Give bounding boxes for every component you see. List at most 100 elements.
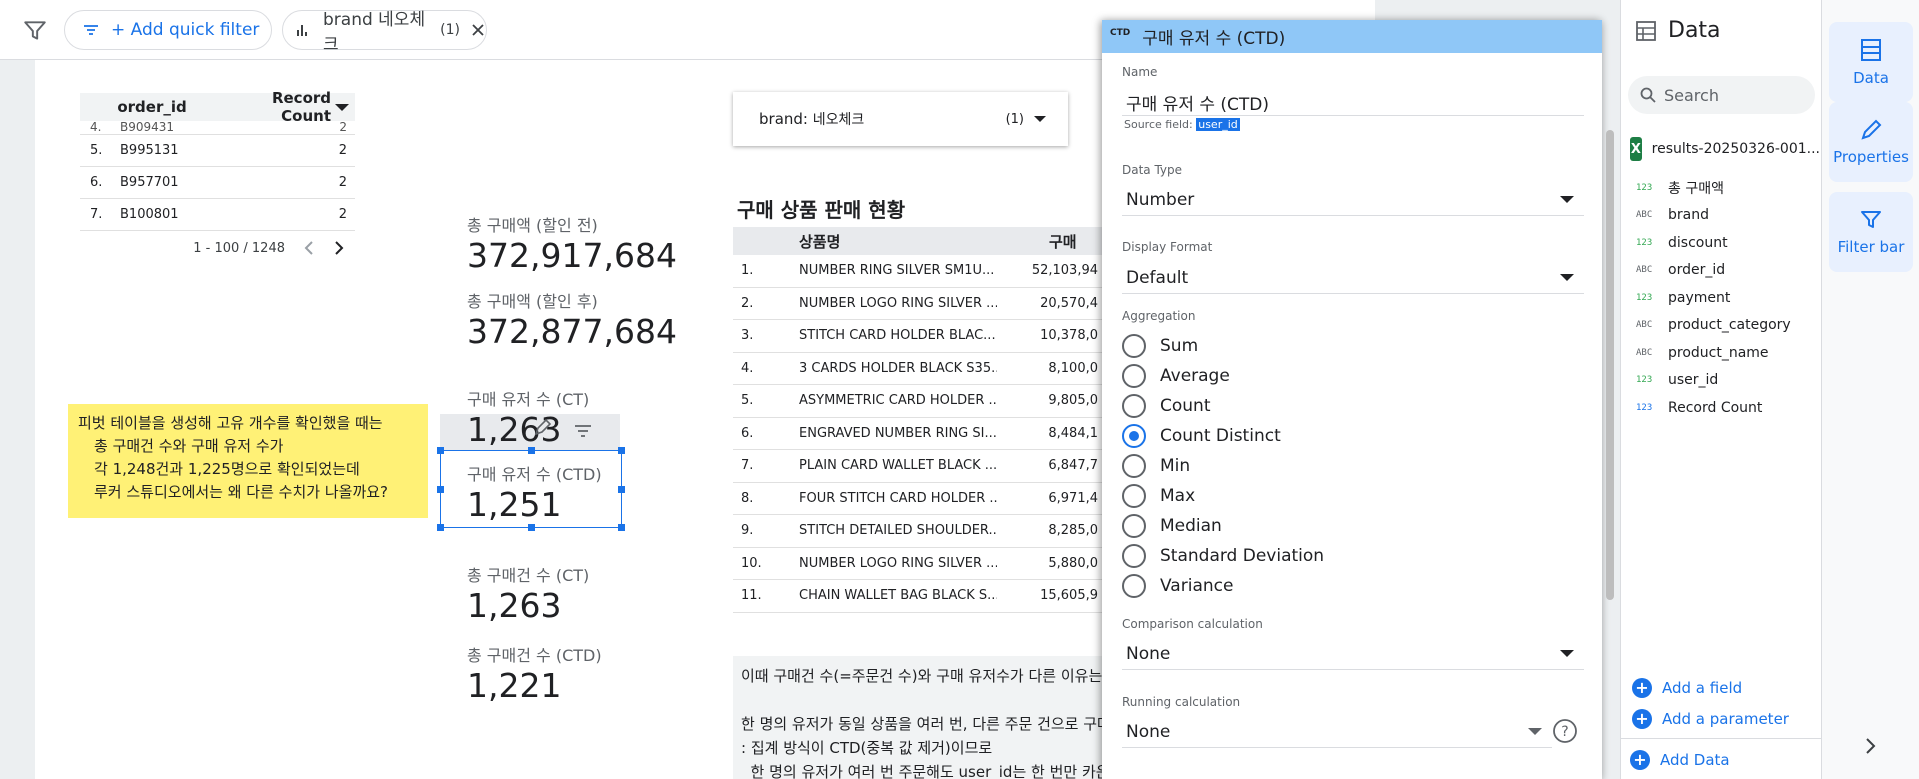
edit-icon[interactable] bbox=[532, 418, 552, 438]
field-item[interactable]: 123 discount bbox=[1636, 233, 1728, 253]
rail-properties-button[interactable]: Properties bbox=[1829, 102, 1913, 182]
dropdown-arrow-icon[interactable] bbox=[1034, 116, 1046, 122]
database-icon bbox=[1861, 39, 1881, 61]
name-input[interactable]: 구매 유저 수 (CTD) bbox=[1122, 84, 1584, 116]
scorecard-orders-ctd[interactable]: 총 구매건 수 (CTD) 1,221 bbox=[467, 642, 602, 705]
rail-filter-bar-label: Filter bar bbox=[1837, 238, 1905, 256]
aggregation-option-median[interactable]: Median bbox=[1122, 511, 1222, 541]
field-name: order_id bbox=[1668, 262, 1726, 278]
data-type-select[interactable]: Number bbox=[1122, 184, 1584, 216]
number-type-icon: 123 bbox=[1636, 403, 1653, 413]
column-header-order-id[interactable]: order_id bbox=[117, 98, 224, 116]
scorecard-total-after-discount[interactable]: 총 구매액 (할인 후) 372,877,684 bbox=[467, 288, 677, 351]
scorecard-label: 구매 유저 수 (CT) bbox=[467, 390, 590, 409]
resize-handle[interactable] bbox=[618, 524, 625, 531]
table-row[interactable]: 3. STITCH CARD HOLDER BLAC... 10,378,0 bbox=[733, 320, 1102, 353]
explanation-text-box[interactable]: 이때 구매건 수(=주문건 수)와 구매 유저수가 다른 이유는 한 명의 유저… bbox=[733, 656, 1102, 779]
scorecard-orders-ct[interactable]: 총 구매건 수 (CT) 1,263 bbox=[467, 562, 589, 625]
rail-data-label: Data bbox=[1853, 69, 1889, 87]
table-row[interactable]: 11. CHAIN WALLET BAG BLACK S... 15,605,9 bbox=[733, 580, 1102, 613]
resize-handle[interactable] bbox=[437, 447, 444, 454]
column-header-record-count[interactable]: Record Count bbox=[225, 89, 331, 125]
scorecard-total-before-discount[interactable]: 총 구매액 (할인 전) 372,917,684 bbox=[467, 212, 677, 275]
aggregation-option-count-distinct[interactable]: Count Distinct bbox=[1122, 421, 1281, 451]
field-editor-scrollbar[interactable] bbox=[1606, 130, 1614, 600]
chevron-right-icon[interactable] bbox=[1863, 737, 1877, 755]
aggregation-option-variance[interactable]: Variance bbox=[1122, 571, 1233, 601]
table-row[interactable]: 2. NUMBER LOGO RING SILVER ... 20,570,4 bbox=[733, 288, 1102, 320]
field-item[interactable]: 123 payment bbox=[1636, 288, 1730, 308]
filter-icon[interactable] bbox=[22, 18, 48, 44]
scorecard-users-ctd-selected[interactable]: 구매 유저 수 (CTD) 1,251 bbox=[437, 447, 625, 531]
add-quick-filter-button[interactable]: + Add quick filter bbox=[64, 10, 272, 50]
table-row[interactable]: 7. PLAIN CARD WALLET BLACK ... 6,847,7 bbox=[733, 450, 1102, 483]
comparison-calculation-select[interactable]: None bbox=[1122, 638, 1584, 670]
field-item[interactable]: ABC product_category bbox=[1636, 315, 1791, 335]
table-row[interactable]: 8. FOUR STITCH CARD HOLDER ... 6,971,4 bbox=[733, 483, 1102, 515]
table-row[interactable]: 1. NUMBER RING SILVER SM1U... 52,103,94 bbox=[733, 255, 1102, 288]
data-search-input[interactable]: Search bbox=[1628, 76, 1815, 114]
field-item[interactable]: ABC product_name bbox=[1636, 343, 1769, 363]
close-icon[interactable] bbox=[470, 22, 486, 38]
column-header-purchase[interactable]: 구매 bbox=[1049, 231, 1102, 252]
text-type-icon: ABC bbox=[1636, 348, 1653, 358]
table-row[interactable]: 4. 3 CARDS HOLDER BLACK S35... 8,100,0 bbox=[733, 353, 1102, 385]
add-data-button[interactable]: + Add Data bbox=[1630, 750, 1730, 770]
aggregation-option-std-dev[interactable]: Standard Deviation bbox=[1122, 541, 1324, 571]
add-parameter-label: Add a parameter bbox=[1662, 710, 1789, 728]
brand-filter-chip[interactable]: brand 네오체크 (1) bbox=[282, 10, 487, 55]
resize-handle[interactable] bbox=[437, 486, 444, 493]
aggregation-option-max[interactable]: Max bbox=[1122, 481, 1195, 511]
table-row[interactable]: 5. ASYMMETRIC CARD HOLDER ... 9,805,0 bbox=[733, 385, 1102, 418]
resize-handle[interactable] bbox=[437, 524, 444, 531]
field-item[interactable]: 123 user_id bbox=[1636, 370, 1718, 390]
chevron-right-icon[interactable] bbox=[333, 240, 345, 256]
field-item[interactable]: ABC order_id bbox=[1636, 260, 1725, 280]
sticky-note[interactable]: 피벗 테이블을 생성해 고유 개수를 확인했을 때는 총 구매건 수와 구매 유… bbox=[68, 404, 428, 518]
add-parameter-button[interactable]: + Add a parameter bbox=[1632, 709, 1789, 729]
source-field-value[interactable]: user_id bbox=[1196, 118, 1240, 131]
field-item[interactable]: ABC brand bbox=[1636, 205, 1709, 225]
number-type-icon: 123 bbox=[1636, 238, 1653, 248]
add-field-button[interactable]: + Add a field bbox=[1632, 678, 1742, 698]
field-item[interactable]: 123 총 구매액 bbox=[1636, 178, 1724, 198]
help-icon[interactable]: ? bbox=[1552, 718, 1578, 744]
aggregation-option-min[interactable]: Min bbox=[1122, 451, 1190, 481]
resize-handle[interactable] bbox=[618, 447, 625, 454]
display-format-select[interactable]: Default bbox=[1122, 262, 1584, 294]
rail-data-button[interactable]: Data bbox=[1829, 22, 1913, 102]
field-item[interactable]: 123 Record Count bbox=[1636, 398, 1762, 418]
table-row[interactable]: 9. STITCH DETAILED SHOULDER... 8,285,0 bbox=[733, 515, 1102, 548]
number-type-icon: 123 bbox=[1636, 293, 1653, 303]
resize-handle[interactable] bbox=[528, 524, 535, 531]
running-calculation-select[interactable]: None bbox=[1122, 716, 1552, 748]
row-value: 52,103,94 bbox=[1031, 263, 1098, 279]
table-row[interactable]: 7. B100801 2 bbox=[80, 199, 355, 231]
brand-filter-control[interactable]: brand: 네오체크 (1) bbox=[733, 92, 1068, 146]
row-product-name: 3 CARDS HOLDER BLACK S35... bbox=[799, 360, 997, 376]
sort-desc-icon[interactable] bbox=[335, 103, 350, 111]
aggregation-option-count[interactable]: Count bbox=[1122, 391, 1211, 421]
aggregation-option-sum[interactable]: Sum bbox=[1122, 331, 1198, 361]
table-row[interactable]: 10. NUMBER LOGO RING SILVER ... 5,880,0 bbox=[733, 548, 1102, 580]
resize-handle[interactable] bbox=[528, 447, 535, 454]
text-line: 이때 구매건 수(=주문건 수)와 구매 유저수가 다른 이유는 bbox=[741, 667, 1102, 685]
data-panel-title-text: Data bbox=[1668, 18, 1721, 43]
data-source[interactable]: X results-20250326-001... bbox=[1630, 137, 1820, 161]
table-row[interactable]: 5. B995131 2 bbox=[80, 135, 355, 167]
svg-text:?: ? bbox=[1561, 724, 1568, 740]
aggregation-option-average[interactable]: Average bbox=[1122, 361, 1230, 391]
table-row[interactable]: 4. B909431 2 bbox=[80, 121, 355, 135]
resize-handle[interactable] bbox=[618, 486, 625, 493]
table-row[interactable]: 6. ENGRAVED NUMBER RING SI... 8,484,1 bbox=[733, 418, 1102, 450]
row-number: 7. bbox=[90, 207, 103, 222]
table-row[interactable]: 6. B957701 2 bbox=[80, 167, 355, 199]
column-header-product-name[interactable]: 상품명 bbox=[799, 231, 1049, 252]
row-number: 10. bbox=[741, 555, 762, 571]
chevron-left-icon[interactable] bbox=[303, 240, 315, 256]
scorecard-users-ct[interactable]: 구매 유저 수 (CT) 1,263 bbox=[467, 386, 589, 449]
bar-chart-icon bbox=[297, 25, 307, 36]
ctd-tag: CTD bbox=[1110, 27, 1131, 38]
filter-list-icon[interactable] bbox=[574, 424, 592, 438]
rail-filter-bar-button[interactable]: Filter bar bbox=[1829, 192, 1913, 272]
